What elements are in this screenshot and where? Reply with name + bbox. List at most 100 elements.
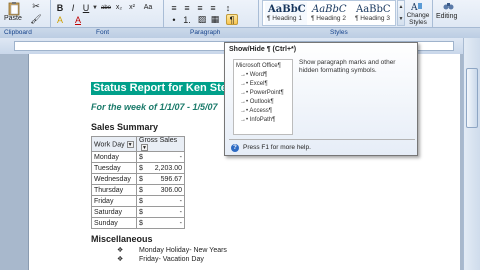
cell-currency: $	[136, 184, 147, 197]
group-label-font: Font	[96, 29, 110, 36]
cut-icon[interactable]: ✂	[30, 1, 42, 12]
cell-day: Saturday	[91, 206, 137, 219]
cell-day: Wednesday	[91, 173, 137, 186]
filter-dropdown-icon[interactable]: ▼	[141, 144, 148, 151]
list-item: ❖ Friday- Vacation Day	[117, 255, 204, 263]
list-item: ❖ Monday Holiday- New Years	[117, 246, 227, 254]
help-icon: ?	[231, 144, 239, 152]
diamond-bullet-icon: ❖	[117, 256, 124, 263]
cell-day: Sunday	[91, 217, 137, 230]
cell-amount: -	[146, 195, 185, 208]
format-painter-icon[interactable]: 🖌	[30, 14, 42, 25]
style-sample: AaBbC	[356, 4, 391, 15]
cell-amount: -	[146, 206, 185, 219]
table-row: Sunday $ -	[91, 217, 185, 230]
shading-icon[interactable]: ▨	[196, 14, 208, 25]
list-item-text: Friday- Vacation Day	[139, 256, 204, 263]
preview-line: →• InfoPath¶	[240, 117, 276, 123]
change-styles-icon: A	[411, 3, 422, 11]
table-row: Saturday $ -	[91, 206, 185, 219]
tooltip-title: Show/Hide ¶ (Ctrl+*)	[229, 46, 297, 53]
vertical-scrollbar[interactable]	[463, 38, 480, 270]
cell-day: Friday	[91, 195, 137, 208]
change-styles-label: Change Styles	[406, 12, 430, 26]
change-case-button[interactable]: Aa	[142, 2, 154, 13]
align-left-icon[interactable]: ≡	[168, 2, 180, 13]
editing-label: Editing	[436, 13, 458, 20]
cell-amount: -	[146, 151, 185, 164]
cell-currency: $	[136, 217, 147, 230]
bullets-icon[interactable]: •	[168, 14, 180, 25]
text-highlight-button[interactable]: A	[54, 14, 66, 25]
cell-amount: 596.67	[146, 173, 185, 186]
tooltip-help-text: Press F1 for more help.	[243, 144, 311, 151]
table-row: Thursday $306.00	[91, 184, 185, 197]
group-label-clipboard: Clipboard	[4, 29, 32, 36]
style-name: ¶ Heading 2	[311, 15, 346, 22]
tooltip-preview: Microsoft Office¶ →• Word¶ →• Excel¶ →• …	[233, 59, 293, 135]
line-spacing-icon[interactable]: ↕	[222, 2, 234, 13]
style-heading-2[interactable]: AaBbC ¶ Heading 2	[309, 2, 351, 25]
align-right-icon[interactable]: ≡	[194, 2, 206, 13]
justify-icon[interactable]: ≡	[207, 2, 219, 13]
svg-text:A: A	[411, 3, 418, 11]
table-header-row: Work Day ▼ Gross Sales▼	[91, 135, 185, 153]
table-row: Monday $ -	[91, 151, 185, 164]
list-item-text: Monday Holiday- New Years	[139, 247, 227, 254]
cell-day: Thursday	[91, 184, 137, 197]
binoculars-icon	[443, 3, 454, 10]
style-heading-3[interactable]: AaBbC ¶ Heading 3	[353, 2, 395, 25]
italic-button[interactable]: I	[67, 2, 79, 13]
show-hide-button[interactable]: ¶	[226, 14, 238, 25]
paste-button-label[interactable]: Paste	[4, 15, 22, 22]
style-sample: AaBbC	[312, 4, 347, 15]
header-label: Gross Sales	[139, 137, 178, 144]
tooltip-divider	[229, 139, 415, 140]
show-hide-tooltip: Show/Hide ¶ (Ctrl+*) Microsoft Office¶ →…	[224, 42, 418, 156]
cell-amount: 306.00	[146, 184, 185, 197]
underline-dropdown-icon[interactable]: ▼	[91, 2, 99, 13]
table-row: Tuesday $2,203.00	[91, 162, 185, 175]
preview-line: Microsoft Office¶	[236, 63, 281, 69]
style-name: ¶ Heading 1	[267, 15, 302, 22]
preview-line: →• Word¶	[240, 72, 268, 78]
header-work-day[interactable]: Work Day ▼	[91, 135, 137, 153]
cell-currency: $	[136, 195, 147, 208]
ribbon: Paste ✂ 🖌 B I U ▼ abe x₂ x² Aa A A ≡ ≡ ≡…	[0, 0, 480, 38]
font-color-button[interactable]: A	[72, 14, 84, 25]
cell-currency: $	[136, 206, 147, 219]
preview-line: →• Excel¶	[240, 81, 268, 87]
cell-currency: $	[136, 151, 147, 164]
table-row: Wednesday $596.67	[91, 173, 185, 186]
strikethrough-button[interactable]: abe	[100, 2, 112, 13]
superscript-button[interactable]: x²	[126, 2, 138, 13]
style-name: ¶ Heading 3	[355, 15, 390, 22]
header-gross-sales[interactable]: Gross Sales▼	[136, 135, 185, 153]
borders-icon[interactable]: ▦	[209, 14, 221, 25]
scrollbar-thumb[interactable]	[466, 68, 478, 128]
subscript-button[interactable]: x₂	[113, 2, 125, 13]
sales-summary-heading: Sales Summary	[91, 122, 159, 132]
paste-icon[interactable]	[3, 2, 25, 16]
diamond-bullet-icon: ❖	[117, 247, 124, 254]
preview-line: →• PowerPoint¶	[240, 90, 284, 96]
change-styles-button[interactable]: A Change Styles	[403, 0, 431, 27]
preview-line: →• Outlook¶	[240, 99, 274, 105]
numbering-icon[interactable]: 1.	[181, 14, 193, 25]
styles-gallery[interactable]: AaBbC ¶ Heading 1 AaBbC ¶ Heading 2 AaBb…	[262, 0, 396, 26]
style-heading-1[interactable]: AaBbC ¶ Heading 1	[265, 2, 307, 25]
miscellaneous-heading: Miscellaneous	[91, 234, 153, 244]
style-sample: AaBbC	[268, 4, 306, 15]
editing-button[interactable]: Editing	[434, 0, 462, 27]
cell-currency: $	[136, 162, 147, 175]
table-row: Friday $ -	[91, 195, 185, 208]
bold-button[interactable]: B	[54, 2, 66, 13]
document-title: Status Report for Ken Ste	[91, 82, 229, 95]
align-center-icon[interactable]: ≡	[181, 2, 193, 13]
preview-line: →• Access¶	[240, 108, 272, 114]
document-subtitle: For the week of 1/1/07 - 1/5/07	[91, 102, 218, 112]
cell-amount: 2,203.00	[146, 162, 185, 175]
filter-dropdown-icon[interactable]: ▼	[126, 140, 134, 148]
header-label: Work Day	[94, 140, 125, 148]
cell-currency: $	[136, 173, 147, 186]
